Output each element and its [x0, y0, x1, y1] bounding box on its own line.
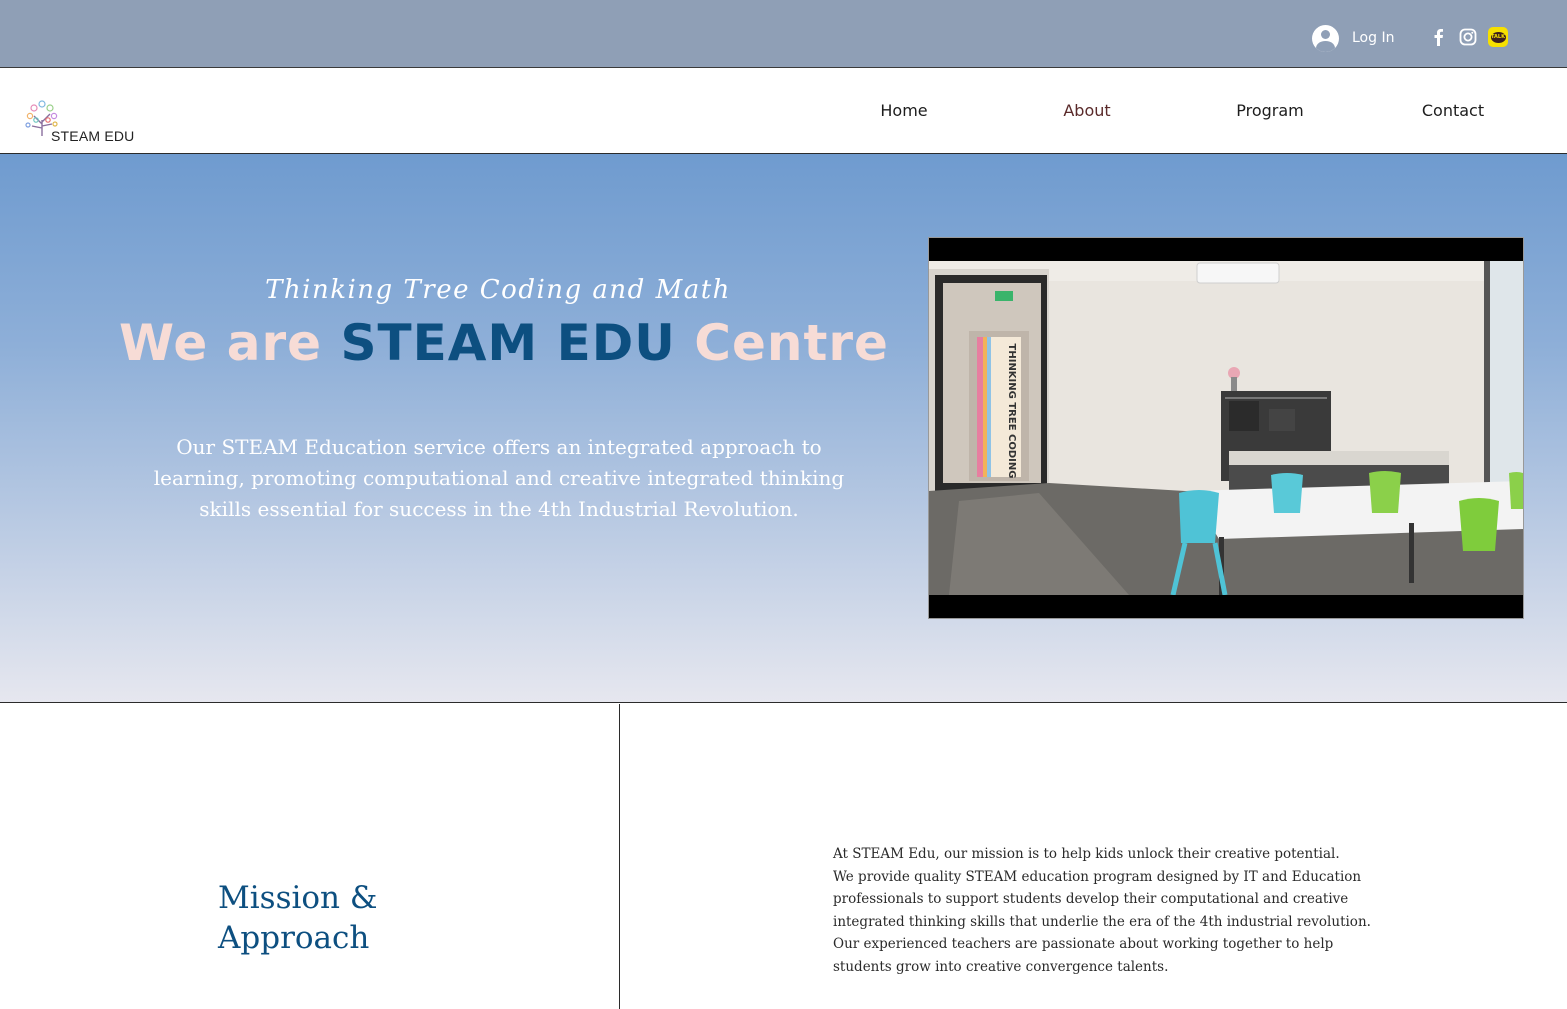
headline-brand: STEAM EDU	[340, 314, 676, 372]
classroom-video[interactable]: THINKING TREE CODING	[928, 237, 1524, 619]
mission-title: Mission & Approach	[218, 878, 377, 958]
mission-line: We provide quality STEAM education progr…	[833, 868, 1362, 885]
mission-line: professionals to support students develo…	[833, 891, 1349, 907]
nav-home[interactable]: Home	[880, 101, 927, 120]
page: Log In TALK STEAM EDU Home About Program…	[0, 0, 1567, 1009]
logo[interactable]: STEAM EDU	[22, 98, 162, 146]
brand-name: STEAM EDU	[51, 128, 135, 144]
mission-line: Our experienced teachers are passionate …	[833, 936, 1334, 952]
social-links: TALK	[1428, 27, 1508, 47]
headline-part-1: We are	[119, 314, 341, 372]
mission-title-line-1: Mission &	[218, 880, 378, 916]
facebook-icon[interactable]	[1428, 27, 1448, 47]
hero-subtitle: Thinking Tree Coding and Math	[265, 275, 731, 305]
login-label: Log In	[1352, 30, 1395, 46]
instagram-icon[interactable]	[1458, 27, 1478, 47]
nav-about[interactable]: About	[1063, 101, 1110, 120]
nav-contact[interactable]: Contact	[1422, 101, 1484, 120]
hero-headline: We are STEAM EDU Centre	[119, 314, 889, 372]
hero-description: Our STEAM Education service offers an in…	[153, 435, 845, 521]
kakao-label: TALK	[1490, 31, 1506, 43]
user-avatar-icon	[1312, 24, 1339, 52]
mission-title-line-2: Approach	[218, 920, 370, 956]
mission-line: integrated thinking skills that underlie…	[833, 913, 1371, 930]
site-header: STEAM EDU Home About Program Contact	[0, 68, 1567, 154]
door-sign: THINKING TREE CODING	[1006, 344, 1017, 479]
classroom-image: THINKING TREE CODING	[929, 261, 1523, 595]
section-divider	[619, 704, 620, 1009]
top-bar: Log In TALK	[0, 0, 1567, 68]
kakaotalk-icon[interactable]: TALK	[1488, 27, 1508, 47]
mission-body: At STEAM Edu, our mission is to help kid…	[833, 843, 1371, 978]
hero-section: Thinking Tree Coding and Math We are STE…	[0, 154, 1567, 703]
login-button[interactable]: Log In	[1312, 24, 1394, 52]
mission-line: students grow into creative convergence …	[833, 958, 1169, 975]
nav-program[interactable]: Program	[1236, 101, 1304, 120]
headline-part-3: Centre	[675, 314, 889, 372]
mission-line: At STEAM Edu, our mission is to help kid…	[833, 846, 1340, 862]
